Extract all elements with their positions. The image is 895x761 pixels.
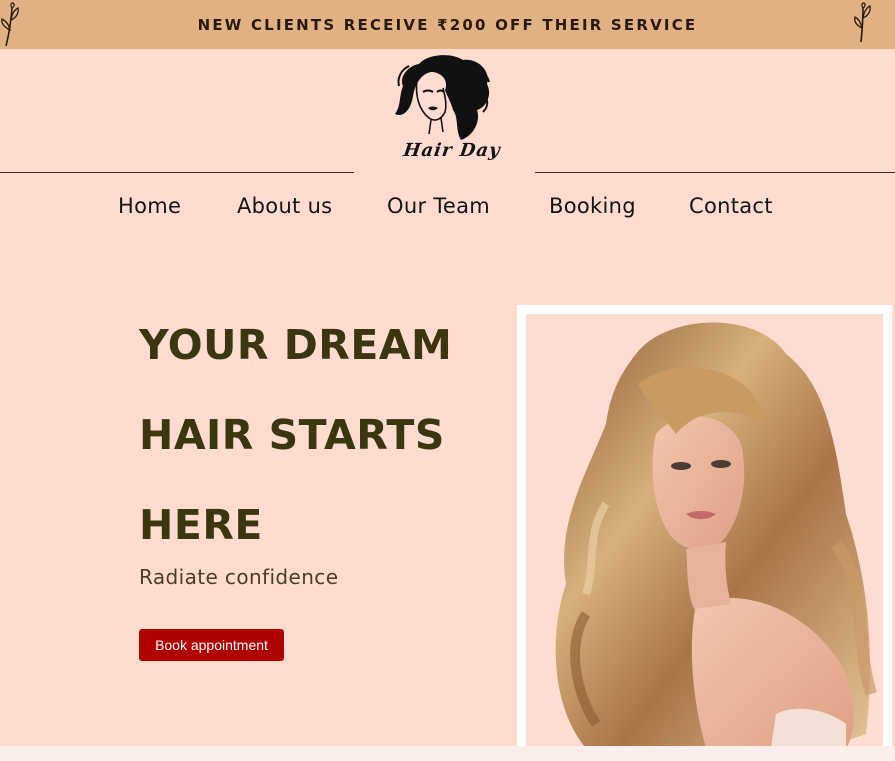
nav-contact[interactable]: Contact xyxy=(689,194,773,218)
book-appointment-button[interactable]: Book appointment xyxy=(139,629,284,661)
promo-banner: NEW CLIENTS RECEIVE ₹200 OFF THEIR SERVI… xyxy=(0,0,895,49)
nav-booking[interactable]: Booking xyxy=(549,194,636,218)
header-rule-right xyxy=(535,172,895,173)
hero-title-line-3: HERE xyxy=(139,501,263,549)
hero-subtitle: Radiate confidence xyxy=(139,565,339,589)
woman-face-logo-icon xyxy=(395,55,490,140)
leaf-sprig-icon xyxy=(1,2,19,46)
nav-our-team[interactable]: Our Team xyxy=(387,194,490,218)
brand-logo[interactable]: Hair Day xyxy=(383,52,515,170)
brand-name: Hair Day xyxy=(402,140,502,161)
section-divider-strip xyxy=(0,746,895,761)
nav-about-us[interactable]: About us xyxy=(237,194,332,218)
page: NEW CLIENTS RECEIVE ₹200 OFF THEIR SERVI… xyxy=(0,0,895,761)
woman-with-long-wavy-hair-photo xyxy=(555,322,877,748)
header-rule-left xyxy=(0,172,354,173)
promo-text: NEW CLIENTS RECEIVE ₹200 OFF THEIR SERVI… xyxy=(197,15,698,34)
leaf-sprig-icon xyxy=(854,2,871,43)
hero-photo xyxy=(526,314,883,748)
hero-title: YOUR DREAM HAIR STARTS HERE xyxy=(139,300,499,570)
main-nav: Home About us Our Team Booking Contact xyxy=(0,194,895,228)
hero-title-line-2: HAIR STARTS xyxy=(139,411,445,459)
hero-title-line-1: YOUR DREAM xyxy=(139,321,453,369)
nav-home[interactable]: Home xyxy=(118,194,181,218)
hero-photo-frame xyxy=(517,305,892,757)
